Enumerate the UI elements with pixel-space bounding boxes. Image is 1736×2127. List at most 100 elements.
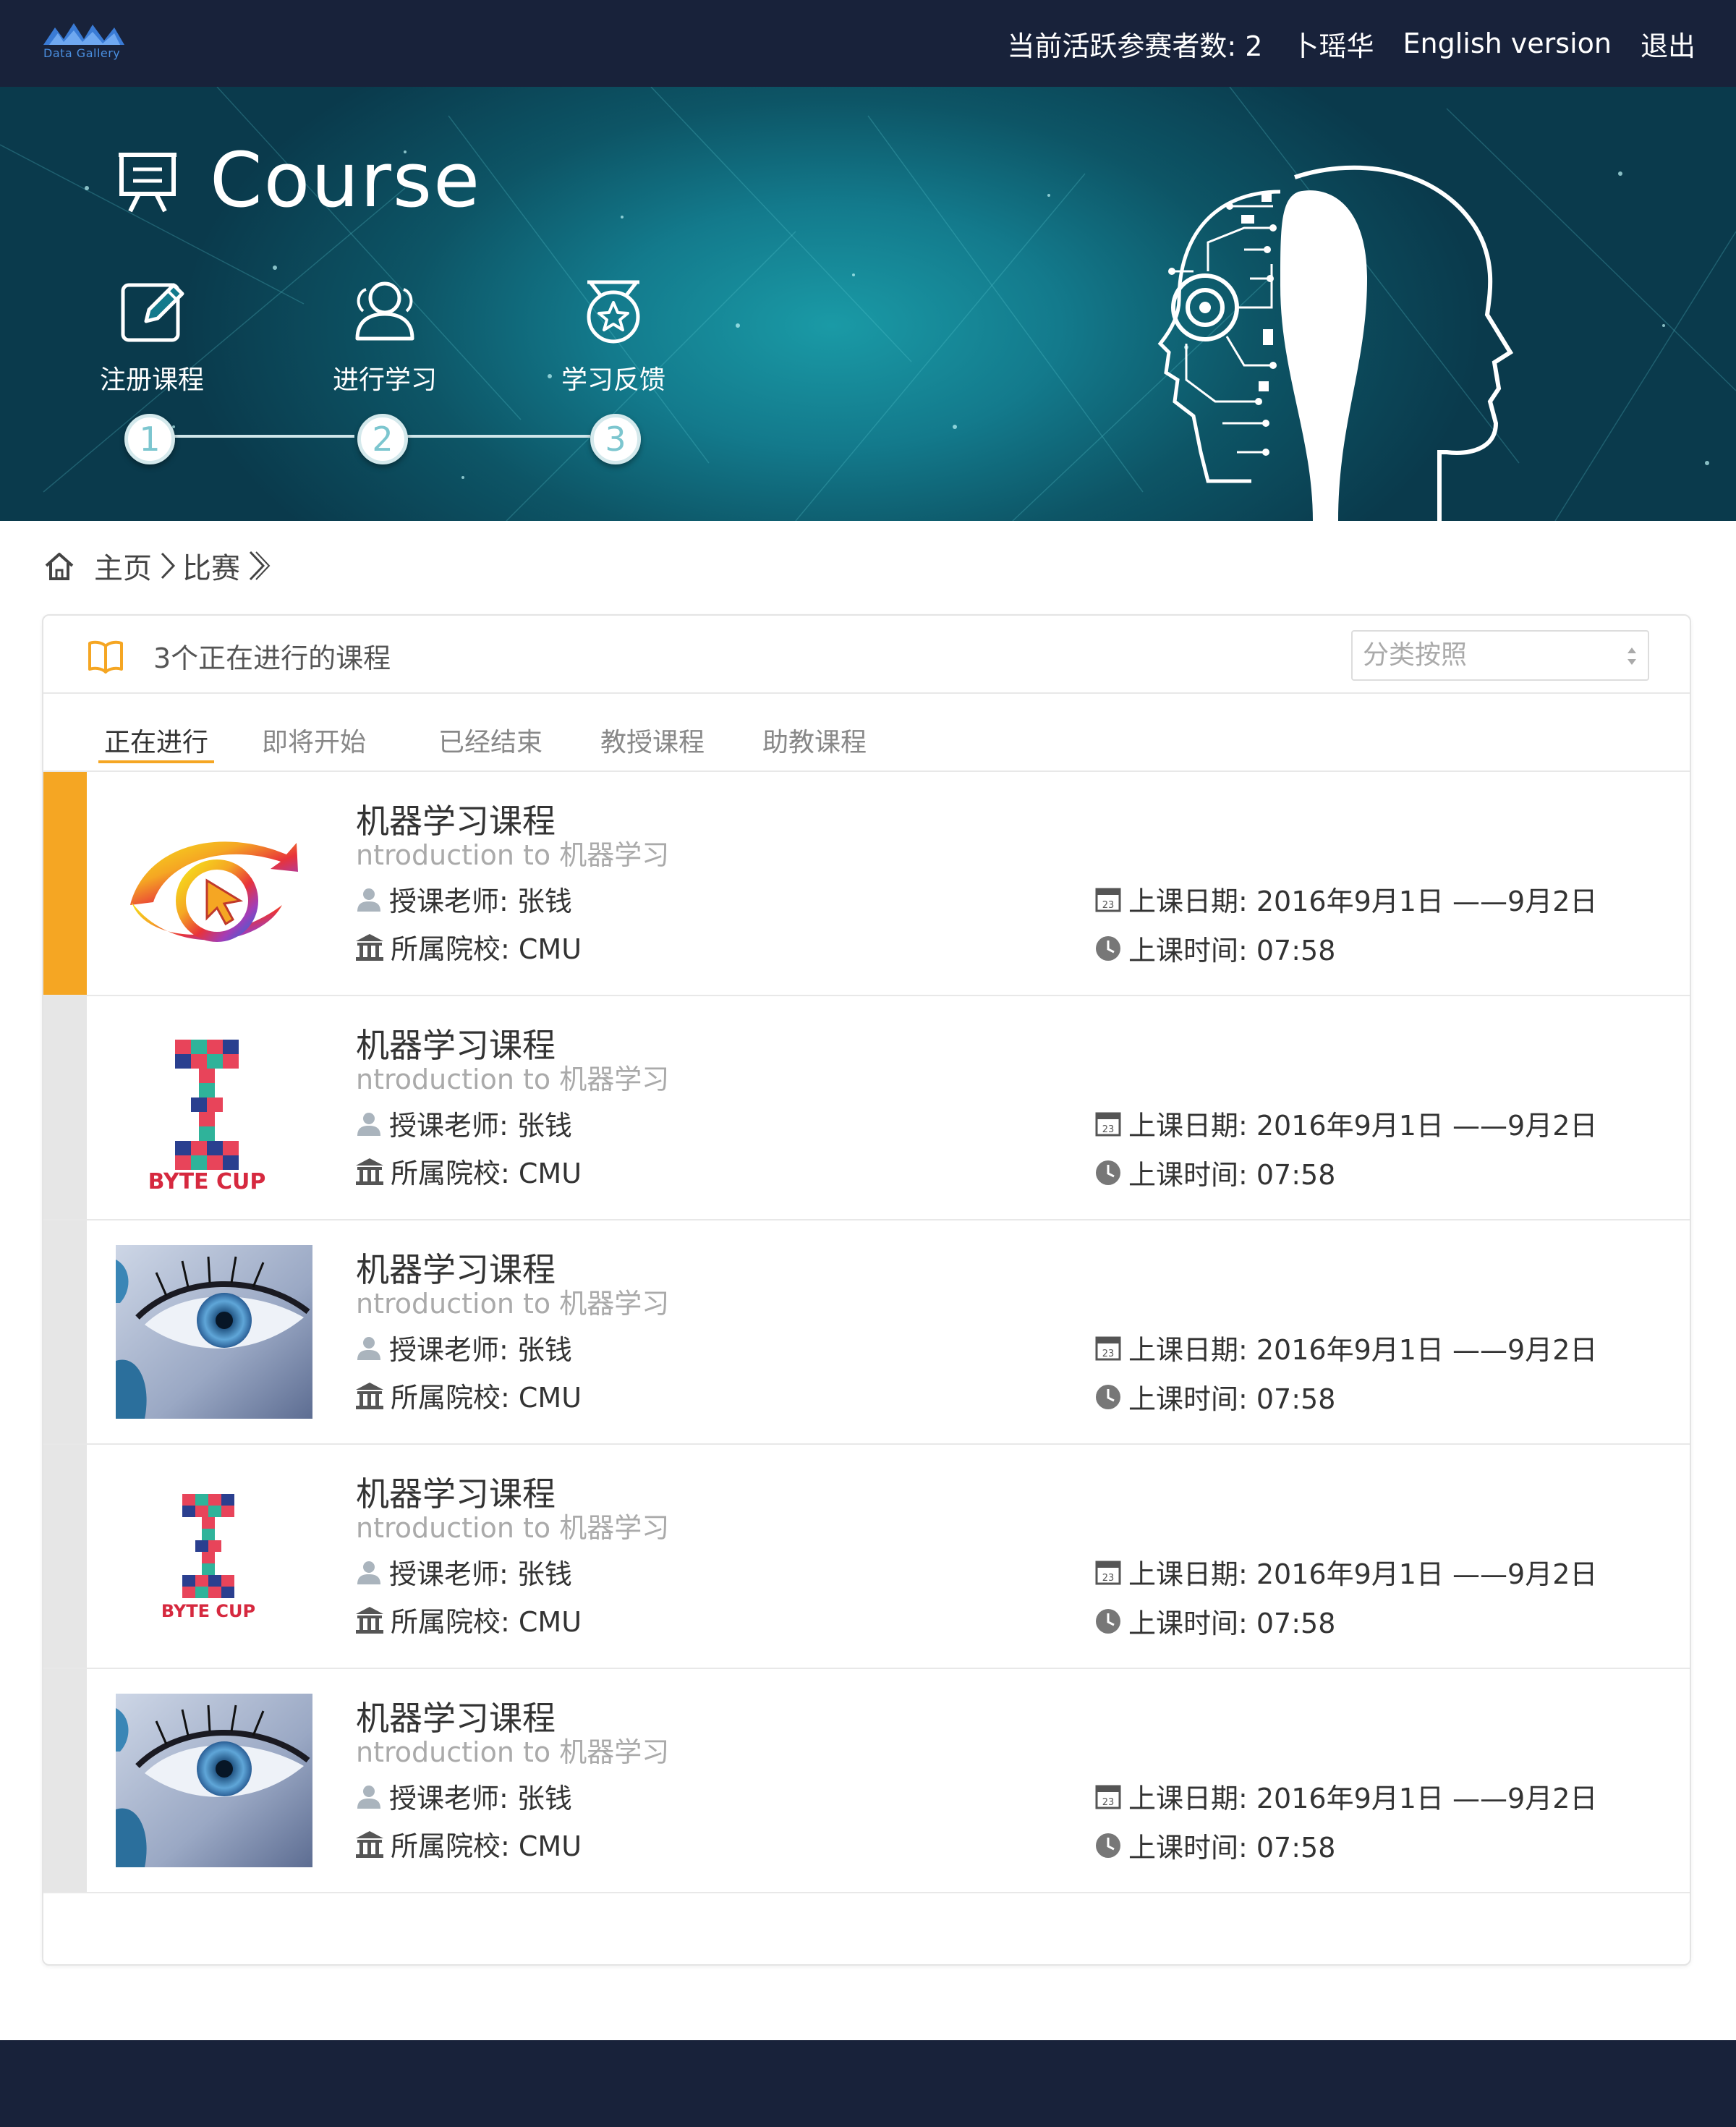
course-item-marker [43, 1445, 87, 1668]
course-item[interactable]: BYTE CUP 机器学习课程 ntroduction to 机器学习 授课老师… [43, 1445, 1690, 1669]
step-register-course[interactable]: 注册课程 [80, 276, 224, 396]
tab-teaching[interactable]: 教授课程 [600, 721, 705, 759]
user-icon [357, 1336, 380, 1360]
course-item-marker [43, 996, 87, 1219]
step-label-register: 注册课程 [99, 365, 204, 395]
course-school: 所属院校: CMU [354, 927, 582, 967]
course-date-label: 上课日期: 2016年9月1日 ——9月2日 [1128, 1558, 1598, 1590]
calendar-icon: 23 [1095, 1561, 1121, 1584]
course-teacher-label: 授课老师: 张钱 [389, 1334, 572, 1366]
course-teacher: 授课老师: 张钱 [354, 879, 572, 919]
course-subtitle: ntroduction to 机器学习 [356, 1064, 670, 1095]
course-list-panel: 3个正在进行的课程 分类按照 正在进行 即将开始 已经结束 教授课程 助教课程 [42, 614, 1691, 1966]
step-feedback[interactable]: 学习反馈 [541, 276, 686, 396]
tab-assistant[interactable]: 助教课程 [762, 721, 867, 759]
sort-select[interactable]: 分类按照 [1351, 630, 1649, 681]
course-time: 上课时间: 07:58 [1094, 1377, 1335, 1417]
course-teacher: 授课老师: 张钱 [354, 1103, 572, 1143]
breadcrumb-current[interactable]: 比赛 [182, 545, 240, 587]
course-time-label: 上课时间: 07:58 [1128, 1608, 1336, 1639]
active-tab-indicator [98, 760, 214, 763]
course-teacher-label: 授课老师: 张钱 [389, 1110, 572, 1142]
course-thumbnail-eye-cursor-logo[interactable] [116, 797, 312, 970]
course-thumbnail-blue-eye-photo[interactable] [116, 1245, 312, 1419]
course-school-label: 所属院校: CMU [391, 1158, 582, 1189]
course-subtitle: ntroduction to 机器学习 [356, 839, 670, 871]
tab-ongoing[interactable]: 正在进行 [104, 721, 208, 759]
course-thumbnail-byte-cup-logo[interactable]: BYTE CUP [116, 1021, 312, 1194]
english-version-link[interactable]: English version [1403, 27, 1612, 59]
course-school: 所属院校: CMU [354, 1600, 582, 1639]
course-thumbnail-byte-cup-logo[interactable]: BYTE CUP [116, 1469, 312, 1643]
breadcrumb-home[interactable]: 主页 [94, 545, 152, 587]
logo-text: Data Gallery [43, 46, 121, 60]
byte-cup-caption: BYTE CUP [148, 1169, 266, 1194]
course-school: 所属院校: CMU [354, 1151, 582, 1191]
course-time-label: 上课时间: 07:58 [1128, 935, 1336, 967]
step-number-3[interactable]: 3 [590, 414, 641, 464]
hero-title: Course [210, 136, 482, 224]
course-time: 上课时间: 07:58 [1094, 1152, 1335, 1192]
clock-icon [1096, 935, 1120, 961]
course-item-marker [43, 772, 87, 995]
edit-icon [121, 283, 184, 342]
hero-banner: Course 注册课程 进行学习 学习反馈 1 2 3 [0, 87, 1736, 521]
user-icon [357, 1112, 380, 1136]
course-date-label: 上课日期: 2016年9月1日 ——9月2日 [1128, 886, 1598, 917]
step-number-1[interactable]: 1 [124, 414, 175, 464]
course-date: 23 上课日期: 2016年9月1日 ——9月2日 [1094, 1552, 1597, 1592]
double-chevron-right-icon [249, 551, 271, 581]
course-item[interactable]: 机器学习课程 ntroduction to 机器学习 授课老师: 张钱 所属院校… [43, 772, 1690, 996]
course-date: 23 上课日期: 2016年9月1日 ——9月2日 [1094, 1328, 1597, 1367]
course-teacher: 授课老师: 张钱 [354, 1552, 572, 1592]
course-date: 23 上课日期: 2016年9月1日 ——9月2日 [1094, 1776, 1597, 1816]
course-subtitle: ntroduction to 机器学习 [356, 1512, 670, 1544]
course-date-label: 上课日期: 2016年9月1日 ——9月2日 [1128, 1334, 1598, 1366]
building-icon [356, 1158, 383, 1185]
byte-cup-caption: BYTE CUP [161, 1601, 255, 1621]
user-icon [357, 1561, 380, 1584]
breadcrumb: 主页 比赛 [42, 544, 272, 587]
course-time: 上课时间: 07:58 [1094, 1825, 1335, 1865]
step-number-2[interactable]: 2 [357, 414, 408, 464]
course-item[interactable]: 机器学习课程 ntroduction to 机器学习 授课老师: 张钱 所属院校… [43, 1220, 1690, 1445]
active-participants-count: 当前活跃参赛者数: 2 [1007, 30, 1263, 62]
course-count-heading: 3个正在进行的课程 [153, 642, 391, 674]
course-time-label: 上课时间: 07:58 [1128, 1832, 1336, 1864]
course-school: 所属院校: CMU [354, 1824, 582, 1864]
course-item-marker [43, 1669, 87, 1892]
course-teacher-label: 授课老师: 张钱 [389, 1783, 572, 1814]
logout-link[interactable]: 退出 [1641, 24, 1695, 64]
svg-text:23: 23 [1102, 1797, 1115, 1808]
presentation-board-icon [119, 153, 176, 213]
step-start-learning[interactable]: 进行学习 [312, 276, 457, 396]
calendar-icon: 23 [1095, 1336, 1121, 1360]
course-item[interactable]: 机器学习课程 ntroduction to 机器学习 授课老师: 张钱 所属院校… [43, 1669, 1690, 1893]
ai-head-illustration [1157, 165, 1514, 521]
building-icon [356, 1830, 383, 1858]
course-school: 所属院校: CMU [354, 1375, 582, 1415]
course-subtitle: ntroduction to 机器学习 [356, 1736, 670, 1768]
users-icon [355, 281, 414, 341]
course-time: 上课时间: 07:58 [1094, 928, 1335, 968]
svg-text:23: 23 [1102, 1124, 1115, 1135]
sort-select-placeholder: 分类按照 [1363, 640, 1468, 670]
chevron-right-icon [161, 552, 176, 579]
svg-text:23: 23 [1102, 1573, 1115, 1584]
tab-finished[interactable]: 已经结束 [438, 721, 542, 759]
calendar-icon: 23 [1095, 1785, 1121, 1809]
svg-text:23: 23 [1102, 900, 1115, 911]
clock-icon [1096, 1160, 1120, 1185]
course-item[interactable]: BYTE CUP 机器学习课程 ntroduction to 机器学习 授课老师… [43, 996, 1690, 1220]
top-nav-links: 当前活跃参赛者数: 2 卜瑶华 English version 退出 [1007, 0, 1695, 87]
calendar-icon: 23 [1095, 1112, 1121, 1136]
user-icon [357, 888, 380, 912]
clock-icon [1096, 1608, 1120, 1634]
user-icon [357, 1785, 380, 1809]
tab-upcoming[interactable]: 即将开始 [262, 721, 366, 759]
user-name-link[interactable]: 卜瑶华 [1291, 24, 1374, 64]
home-icon[interactable] [42, 548, 77, 583]
course-thumbnail-blue-eye-photo[interactable] [116, 1694, 312, 1867]
course-tabs: 正在进行 即将开始 已经结束 教授课程 助教课程 [43, 694, 1690, 772]
course-teacher: 授课老师: 张钱 [354, 1328, 572, 1367]
